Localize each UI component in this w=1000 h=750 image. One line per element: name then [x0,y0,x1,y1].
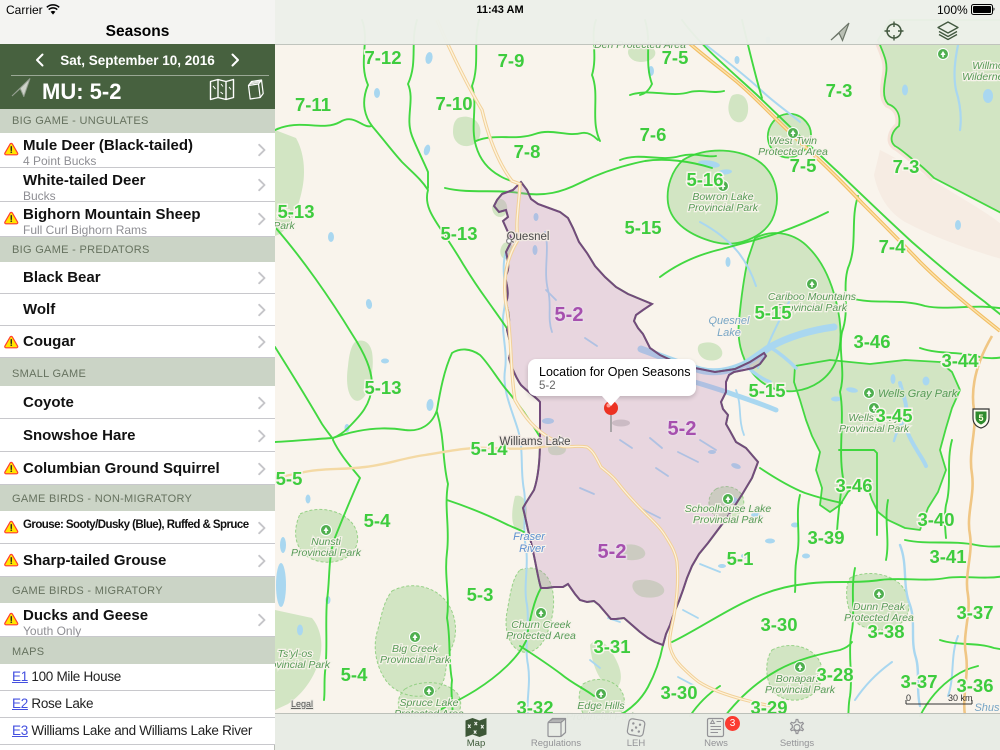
svg-text:Provincial Park: Provincial Park [688,202,759,214]
svg-text:Lake: Lake [717,327,741,339]
svg-text:Provincial Park: Provincial Park [765,684,836,696]
svg-text:5-15: 5-15 [754,302,791,323]
svg-text:7-5: 7-5 [790,155,817,176]
svg-text:7-3: 7-3 [826,80,853,101]
svg-text:3-41: 3-41 [929,546,966,567]
svg-text:30 km: 30 km [948,693,973,703]
svg-text:5-15: 5-15 [748,380,785,401]
svg-text:3-30: 3-30 [760,614,797,635]
svg-text:3-37: 3-37 [900,671,937,692]
svg-text:Provincial Park: Provincial Park [291,547,362,559]
svg-text:3-39: 3-39 [807,527,844,548]
svg-text:5-16: 5-16 [686,169,723,190]
svg-text:Quesnel: Quesnel [507,231,550,243]
svg-text:Provincial Park: Provincial Park [693,514,764,526]
svg-text:3-37: 3-37 [956,602,993,623]
svg-text:5: 5 [978,413,983,423]
svg-text:5-4: 5-4 [364,510,391,531]
svg-text:5-5: 5-5 [276,468,303,489]
svg-text:5-13: 5-13 [277,201,314,222]
svg-text:7-9: 7-9 [498,50,525,71]
svg-text:3-31: 3-31 [593,636,630,657]
svg-text:5-13: 5-13 [364,377,401,398]
svg-text:5-13: 5-13 [440,223,477,244]
svg-text:Legal: Legal [291,699,313,709]
svg-text:3-30: 3-30 [660,682,697,703]
svg-text:3-46: 3-46 [835,475,872,496]
svg-text:5-2: 5-2 [668,418,697,440]
svg-text:3-44: 3-44 [941,350,979,371]
svg-text:3-46: 3-46 [853,331,890,352]
svg-text:7-11: 7-11 [295,94,331,115]
svg-text:7-10: 7-10 [435,93,472,114]
svg-text:5-2: 5-2 [598,541,627,563]
svg-text:5-3: 5-3 [467,584,494,605]
svg-text:Wells Gray Park: Wells Gray Park [878,388,958,400]
svg-text:0: 0 [906,693,911,703]
svg-text:Quesnel: Quesnel [709,315,751,327]
svg-text:7-3: 7-3 [893,156,920,177]
svg-text:7-4: 7-4 [879,236,906,257]
svg-text:5-1: 5-1 [727,548,754,569]
svg-text:River: River [519,543,546,555]
svg-text:3-28: 3-28 [816,664,853,685]
svg-text:Provincial Park: Provincial Park [380,654,451,666]
svg-text:Provincial Park: Provincial Park [275,659,331,671]
svg-text:Wilderness: Wilderness [962,71,1000,83]
svg-text:5-2: 5-2 [555,304,584,326]
svg-text:7-12: 7-12 [364,47,401,68]
svg-text:Protected Area: Protected Area [506,630,576,642]
svg-text:7-5: 7-5 [662,47,689,68]
svg-text:3-45: 3-45 [875,405,912,426]
svg-text:Fraser: Fraser [513,531,546,543]
svg-text:5-4: 5-4 [341,664,368,685]
svg-text:3-38: 3-38 [867,621,904,642]
svg-text:7-8: 7-8 [514,141,541,162]
svg-text:3-40: 3-40 [917,509,954,530]
svg-text:7-6: 7-6 [640,124,667,145]
svg-text:5-15: 5-15 [624,217,661,238]
